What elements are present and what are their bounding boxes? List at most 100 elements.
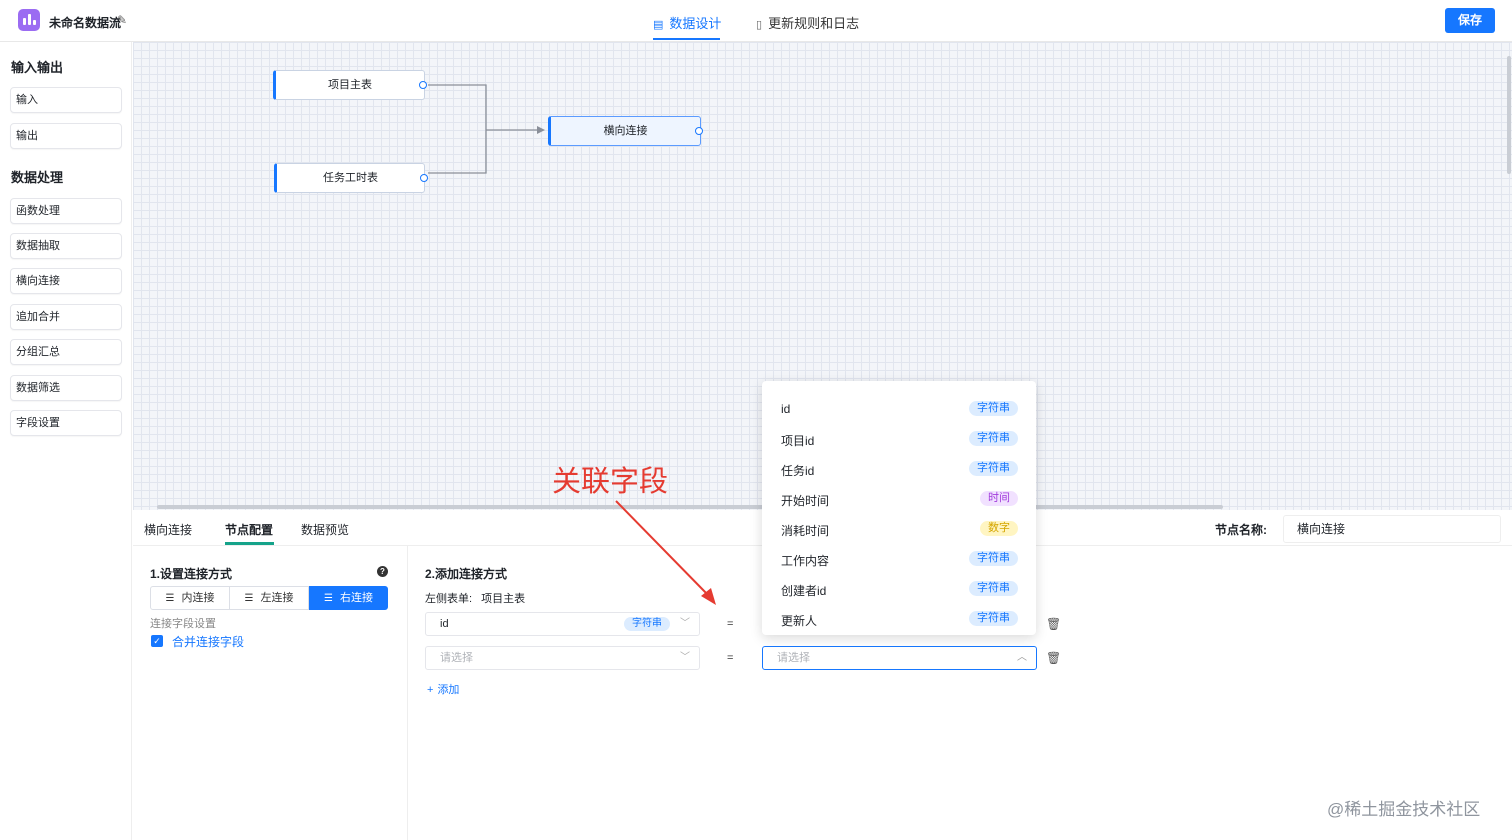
dropdown-option[interactable]: 工作内容 字符串 bbox=[762, 544, 1036, 574]
save-button[interactable]: 保存 bbox=[1445, 8, 1495, 33]
annotation-text: 关联字段 bbox=[552, 466, 669, 498]
join-option-left[interactable]: ☰ 左连接 bbox=[229, 586, 309, 610]
node-join[interactable]: 横向连接 bbox=[548, 116, 701, 146]
left-table-value: 项目主表 bbox=[481, 593, 526, 605]
tab-data-design-label: 数据设计 bbox=[669, 16, 722, 31]
join-option-right[interactable]: ☰ 右连接 bbox=[309, 586, 388, 610]
sidebar-item-fields[interactable]: 字段设置 bbox=[10, 410, 122, 436]
add-join-title: 2.添加连接方式 bbox=[425, 567, 508, 581]
app-logo-icon bbox=[18, 9, 40, 31]
option-label: 创建者id bbox=[781, 584, 827, 598]
sidebar-item-filter[interactable]: 数据筛选 bbox=[10, 375, 122, 401]
type-tag: 字符串 bbox=[969, 581, 1018, 596]
join-option-inner[interactable]: ☰ 内连接 bbox=[150, 586, 230, 610]
left-field-placeholder: 请选择 bbox=[440, 652, 473, 664]
node-name-label: 节点名称: bbox=[1215, 523, 1267, 537]
add-join-button[interactable]: + 添加 bbox=[427, 681, 459, 697]
equals-operator: = bbox=[727, 652, 734, 664]
right-field-select[interactable]: 请选择 ︿ bbox=[762, 646, 1037, 670]
node-output-port[interactable] bbox=[695, 127, 703, 135]
node-task-table[interactable]: 任务工时表 bbox=[274, 163, 425, 193]
sidebar-item-join[interactable]: 横向连接 bbox=[10, 268, 122, 294]
filter-icon: ☰ bbox=[165, 593, 175, 604]
dropdown-option[interactable]: 创建者id 字符串 bbox=[762, 574, 1036, 604]
type-tag: 字符串 bbox=[969, 611, 1018, 626]
option-label: 任务id bbox=[781, 464, 815, 478]
option-label: id bbox=[781, 402, 791, 416]
type-tag: 数字 bbox=[980, 521, 1018, 536]
divider bbox=[407, 546, 408, 840]
left-table-label: 左侧表单: bbox=[425, 593, 473, 605]
sidebar-item-function[interactable]: 函数处理 bbox=[10, 198, 122, 224]
option-label: 更新人 bbox=[781, 614, 818, 628]
dropdown-option[interactable]: 开始时间 时间 bbox=[762, 484, 1036, 514]
sidebar-group-processing-title: 数据处理 bbox=[11, 170, 64, 185]
top-bar: 未命名数据流 ✎ ▤ 数据设计 ▯ 更新规则和日志 保存 bbox=[0, 0, 1512, 42]
active-tab-indicator bbox=[653, 38, 720, 40]
help-icon[interactable]: ? bbox=[377, 566, 388, 577]
option-label: 工作内容 bbox=[781, 554, 830, 568]
left-table-info: 左侧表单: 项目主表 bbox=[425, 590, 525, 606]
field-settings-label: 连接字段设置 bbox=[150, 618, 216, 630]
sidebar-item-append[interactable]: 追加合并 bbox=[10, 304, 122, 330]
tab-update-rules[interactable]: ▯ 更新规则和日志 bbox=[756, 13, 859, 32]
type-tag: 字符串 bbox=[969, 431, 1018, 446]
node-output-port[interactable] bbox=[419, 81, 427, 89]
left-field-value: id bbox=[440, 618, 449, 630]
watermark: @稀土掘金技术社区 bbox=[1327, 800, 1481, 819]
filter-icon: ☰ bbox=[324, 593, 333, 604]
dropdown-option[interactable]: id 字符串 bbox=[762, 394, 1036, 424]
delete-row-icon[interactable]: 🗑 bbox=[1046, 651, 1061, 665]
equals-operator: = bbox=[727, 618, 734, 630]
left-field-select[interactable]: id 字符串 ﹀ bbox=[425, 612, 700, 636]
chevron-up-icon: ︿ bbox=[1017, 652, 1027, 663]
dropdown-option[interactable]: 消耗时间 数字 bbox=[762, 514, 1036, 544]
file-icon: ▯ bbox=[756, 19, 763, 31]
dropdown-option[interactable]: 项目id 字符串 bbox=[762, 424, 1036, 454]
join-type-title: 1.设置连接方式 bbox=[150, 567, 233, 581]
merge-fields-label[interactable]: 合并连接字段 bbox=[172, 633, 244, 650]
chevron-down-icon: ﹀ bbox=[680, 652, 690, 663]
field-dropdown: id 字符串 项目id 字符串 任务id 字符串 开始时间 时间 消耗时间 数字… bbox=[762, 381, 1036, 635]
node-project-table[interactable]: 项目主表 bbox=[273, 70, 425, 100]
node-name-input[interactable]: 横向连接 bbox=[1283, 515, 1501, 543]
sidebar-item-extract[interactable]: 数据抽取 bbox=[10, 233, 122, 259]
tab-join[interactable]: 横向连接 bbox=[144, 521, 192, 538]
dropdown-option[interactable]: 更新人 字符串 bbox=[762, 604, 1036, 634]
merge-fields-checkbox[interactable]: ✓ bbox=[151, 635, 163, 647]
edge-arrow-icon bbox=[537, 126, 545, 134]
type-tag: 字符串 bbox=[969, 461, 1018, 476]
type-tag: 字符串 bbox=[969, 401, 1018, 416]
node-output-port[interactable] bbox=[420, 174, 428, 182]
type-tag: 字符串 bbox=[969, 551, 1018, 566]
type-tag: 时间 bbox=[980, 491, 1018, 506]
chevron-down-icon: ﹀ bbox=[680, 618, 690, 629]
filter-icon: ☰ bbox=[244, 593, 254, 604]
dropdown-option[interactable]: 任务id 字符串 bbox=[762, 454, 1036, 484]
add-join-label: 添加 bbox=[437, 684, 460, 696]
edge-path bbox=[428, 84, 487, 174]
plus-icon: + bbox=[427, 684, 434, 696]
edit-title-icon[interactable]: ✎ bbox=[117, 13, 127, 27]
tab-node-config[interactable]: 节点配置 bbox=[225, 521, 273, 538]
sidebar-item-output[interactable]: 输出 bbox=[10, 123, 122, 149]
join-option-right-label: 右连接 bbox=[339, 592, 373, 604]
app-title: 未命名数据流 bbox=[49, 16, 122, 30]
right-field-placeholder: 请选择 bbox=[777, 652, 810, 664]
canvas-vertical-scrollbar[interactable] bbox=[1507, 56, 1511, 174]
tab-data-design[interactable]: ▤ 数据设计 bbox=[653, 13, 721, 32]
join-option-left-label: 左连接 bbox=[260, 592, 294, 604]
option-label: 开始时间 bbox=[781, 494, 830, 508]
delete-row-icon[interactable]: 🗑 bbox=[1046, 617, 1061, 631]
document-icon: ▤ bbox=[653, 19, 664, 31]
sidebar-item-input[interactable]: 输入 bbox=[10, 87, 122, 113]
tab-update-rules-label: 更新规则和日志 bbox=[768, 16, 860, 31]
option-label: 项目id bbox=[781, 434, 815, 448]
left-field-select-2[interactable]: 请选择 ﹀ bbox=[425, 646, 700, 670]
edge-layer bbox=[428, 84, 545, 174]
sidebar-item-group[interactable]: 分组汇总 bbox=[10, 339, 122, 365]
type-tag: 字符串 bbox=[624, 617, 670, 631]
tab-data-preview[interactable]: 数据预览 bbox=[301, 521, 349, 538]
join-option-inner-label: 内连接 bbox=[181, 592, 215, 604]
sidebar-group-io-title: 输入输出 bbox=[11, 60, 64, 75]
